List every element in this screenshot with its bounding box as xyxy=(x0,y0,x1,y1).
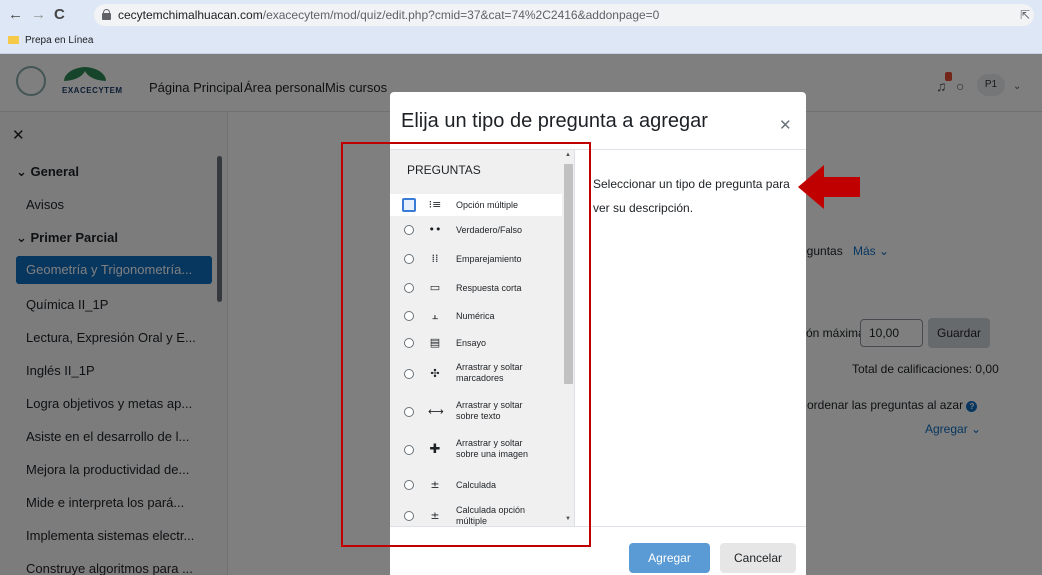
close-icon[interactable]: ✕ xyxy=(779,116,792,134)
back-arrow-icon[interactable]: ← xyxy=(8,7,23,23)
add-button[interactable]: Agregar xyxy=(629,543,710,573)
annotation-highlight-box xyxy=(341,142,591,547)
dialog-title: Elija un tipo de pregunta a agregar xyxy=(401,110,708,132)
bookmark-prepa-en-linea[interactable]: Prepa en Línea xyxy=(8,35,93,46)
reload-icon[interactable]: C xyxy=(54,7,65,23)
browser-toolbar: ← → C cecytemchimalhuacan.com/exacecytem… xyxy=(0,0,1042,30)
annotation-arrow-icon xyxy=(798,165,860,209)
url-text: cecytemchimalhuacan.com/exacecytem/mod/q… xyxy=(118,8,660,22)
forward-arrow-icon[interactable]: → xyxy=(31,7,46,23)
bookmarks-bar: Prepa en Línea xyxy=(0,30,1042,54)
share-icon[interactable]: ⇱ xyxy=(1020,8,1030,22)
lock-icon xyxy=(102,9,111,20)
address-bar[interactable]: cecytemchimalhuacan.com/exacecytem/mod/q… xyxy=(94,4,1034,26)
question-description: Seleccionar un tipo de pregunta para ver… xyxy=(593,177,790,215)
cancel-button[interactable]: Cancelar xyxy=(720,543,796,573)
folder-icon xyxy=(8,36,19,44)
